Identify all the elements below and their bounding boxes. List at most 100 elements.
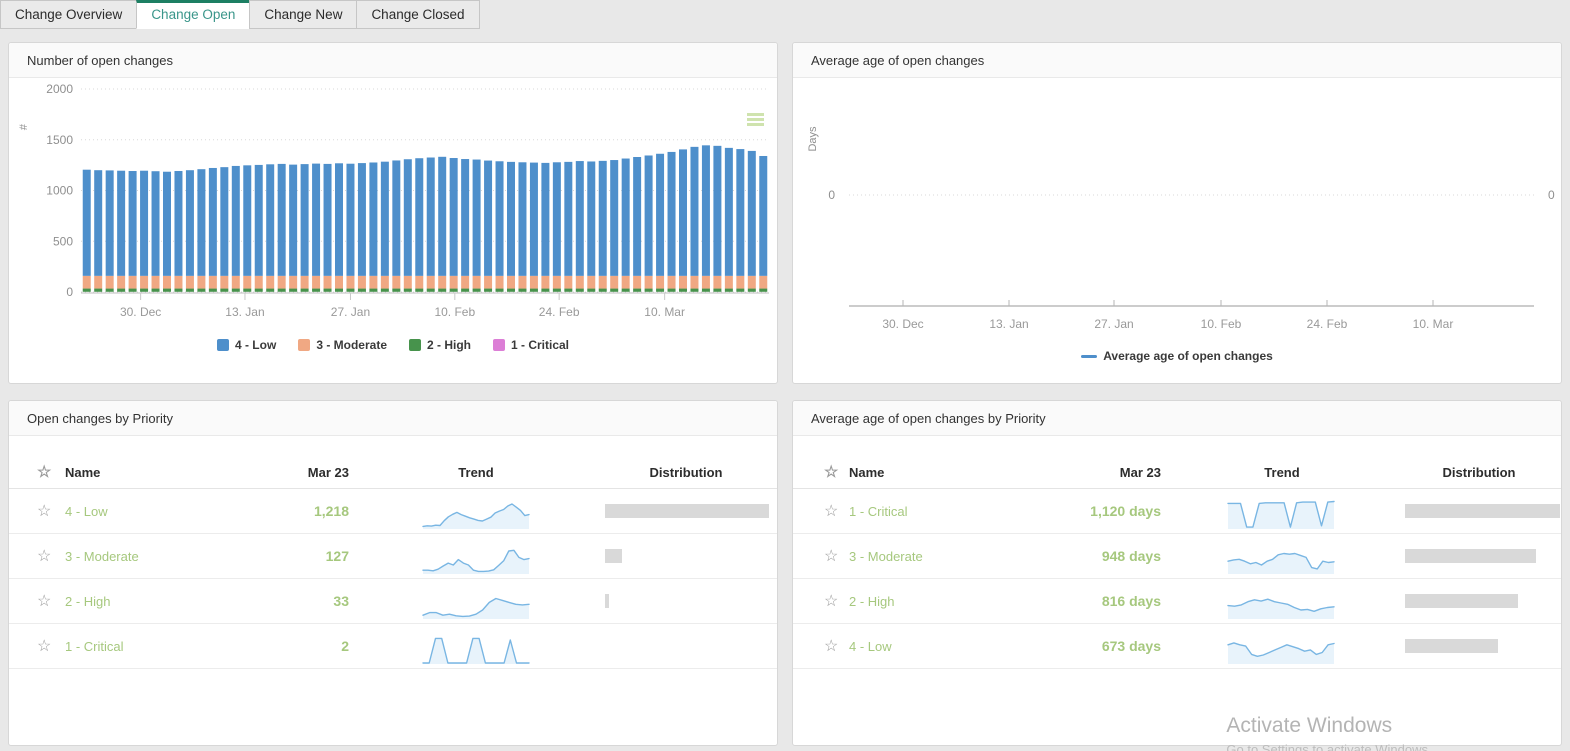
score-value: 127	[209, 534, 349, 578]
trend-sparkline	[421, 583, 531, 621]
legend-item-2-high[interactable]: 2 - High	[409, 338, 471, 352]
score-value: 816 days	[1003, 579, 1161, 623]
panel-average-age-by-priority: Average age of open changes by Priority …	[792, 400, 1562, 746]
chart-context-menu-icon[interactable]	[747, 113, 764, 128]
score-value: 1,120 days	[1003, 489, 1161, 533]
trend-sparkline	[421, 538, 531, 576]
tab-bar: Change Overview Change Open Change New C…	[0, 0, 479, 29]
legend-swatch-low	[217, 339, 229, 351]
table-row: ☆ 1 - Critical 1,120 days	[793, 489, 1561, 534]
legend-item-average-age[interactable]: Average age of open changes	[1081, 349, 1273, 363]
trend-sparkline	[421, 628, 531, 666]
svg-text:27. Jan: 27. Jan	[331, 305, 370, 319]
svg-text:Days: Days	[807, 126, 819, 152]
priority-link[interactable]: 2 - High	[65, 594, 111, 609]
column-header-date[interactable]: Mar 23	[1003, 456, 1161, 488]
svg-text:30. Dec: 30. Dec	[882, 317, 923, 331]
average-age-line-chart: Days0030. Dec13. Jan27. Jan10. Feb24. Fe…	[793, 79, 1561, 347]
priority-link[interactable]: 4 - Low	[65, 504, 108, 519]
panel-number-of-open-changes: Number of open changes 0500100015002000#…	[8, 42, 778, 384]
page: Change Overview Change Open Change New C…	[0, 0, 1570, 751]
legend-item-3-moderate[interactable]: 3 - Moderate	[298, 338, 387, 352]
score-value: 1,218	[209, 489, 349, 533]
column-header-trend: Trend	[1218, 456, 1346, 488]
watermark-line2: Go to Settings to activate Windows	[1226, 742, 1428, 751]
table-row: ☆ 3 - Moderate 948 days	[793, 534, 1561, 579]
svg-text:0: 0	[1548, 188, 1555, 202]
panel-title: Number of open changes	[9, 43, 777, 78]
table-row: ☆ 4 - Low 673 days	[793, 624, 1561, 669]
table-row: ☆ 4 - Low 1,218	[9, 489, 777, 534]
legend-label: 2 - High	[427, 338, 471, 352]
legend-label: 3 - Moderate	[316, 338, 387, 352]
star-icon[interactable]: ☆	[37, 546, 51, 566]
svg-text:#: #	[18, 123, 30, 130]
svg-text:500: 500	[53, 234, 73, 248]
star-icon[interactable]: ☆	[824, 501, 838, 521]
tab-change-new[interactable]: Change New	[249, 0, 357, 29]
svg-text:30. Dec: 30. Dec	[120, 305, 161, 319]
table-row: ☆ 1 - Critical 2	[9, 624, 777, 669]
svg-text:24. Feb: 24. Feb	[539, 305, 580, 319]
star-icon[interactable]: ☆	[37, 636, 51, 656]
legend-item-4-low[interactable]: 4 - Low	[217, 338, 276, 352]
table-row: ☆ 3 - Moderate 127	[9, 534, 777, 579]
trend-sparkline	[1226, 538, 1336, 576]
svg-text:1500: 1500	[46, 133, 73, 147]
star-icon[interactable]: ☆	[824, 636, 838, 656]
table-row: ☆ 2 - High 816 days	[793, 579, 1561, 624]
distribution-bar	[605, 594, 609, 608]
distribution-bar	[1405, 504, 1560, 518]
column-header-date[interactable]: Mar 23	[209, 456, 349, 488]
column-header-name[interactable]: Name	[849, 456, 999, 488]
star-icon[interactable]: ☆	[824, 546, 838, 566]
distribution-bar	[1405, 639, 1498, 653]
priority-link[interactable]: 1 - Critical	[849, 504, 908, 519]
svg-text:10. Feb: 10. Feb	[1201, 317, 1242, 331]
column-header-distribution: Distribution	[1393, 456, 1565, 488]
svg-text:10. Mar: 10. Mar	[644, 305, 685, 319]
legend-swatch-high	[409, 339, 421, 351]
activate-windows-watermark: Activate Windows Go to Settings to activ…	[1226, 714, 1428, 751]
legend-item-1-critical[interactable]: 1 - Critical	[493, 338, 569, 352]
svg-text:13. Jan: 13. Jan	[225, 305, 264, 319]
legend-swatch-line	[1081, 355, 1097, 358]
panel-title: Open changes by Priority	[9, 401, 777, 436]
priority-link[interactable]: 4 - Low	[849, 639, 892, 654]
score-value: 33	[209, 579, 349, 623]
svg-text:1000: 1000	[46, 184, 73, 198]
tab-change-open[interactable]: Change Open	[136, 0, 250, 29]
score-value: 673 days	[1003, 624, 1161, 668]
trend-sparkline	[1226, 628, 1336, 666]
line-chart-legend: Average age of open changes	[793, 349, 1561, 363]
svg-text:0: 0	[66, 285, 73, 299]
star-icon[interactable]: ☆	[824, 591, 838, 611]
panel-title: Average age of open changes by Priority	[793, 401, 1561, 436]
star-icon[interactable]: ☆	[824, 462, 838, 482]
svg-text:10. Mar: 10. Mar	[1413, 317, 1454, 331]
distribution-bar	[1405, 594, 1518, 608]
distribution-bar	[605, 549, 622, 563]
legend-swatch-moderate	[298, 339, 310, 351]
score-value: 948 days	[1003, 534, 1161, 578]
star-icon[interactable]: ☆	[37, 462, 51, 482]
table-row: ☆ 2 - High 33	[9, 579, 777, 624]
svg-text:24. Feb: 24. Feb	[1307, 317, 1348, 331]
tab-change-overview[interactable]: Change Overview	[0, 0, 137, 29]
star-icon[interactable]: ☆	[37, 591, 51, 611]
score-value: 2	[209, 624, 349, 668]
open-changes-bar-chart: 0500100015002000#30. Dec13. Jan27. Jan10…	[9, 79, 777, 339]
star-icon[interactable]: ☆	[37, 501, 51, 521]
legend-swatch-critical	[493, 339, 505, 351]
column-header-distribution: Distribution	[601, 456, 771, 488]
watermark-line1: Activate Windows	[1226, 714, 1428, 738]
tab-change-closed[interactable]: Change Closed	[356, 0, 479, 29]
priority-link[interactable]: 1 - Critical	[65, 639, 124, 654]
distribution-bar	[1405, 549, 1536, 563]
svg-text:10. Feb: 10. Feb	[434, 305, 475, 319]
priority-link[interactable]: 2 - High	[849, 594, 895, 609]
priority-link[interactable]: 3 - Moderate	[849, 549, 923, 564]
legend-label: Average age of open changes	[1103, 349, 1273, 363]
priority-link[interactable]: 3 - Moderate	[65, 549, 139, 564]
column-header-name[interactable]: Name	[65, 456, 205, 488]
